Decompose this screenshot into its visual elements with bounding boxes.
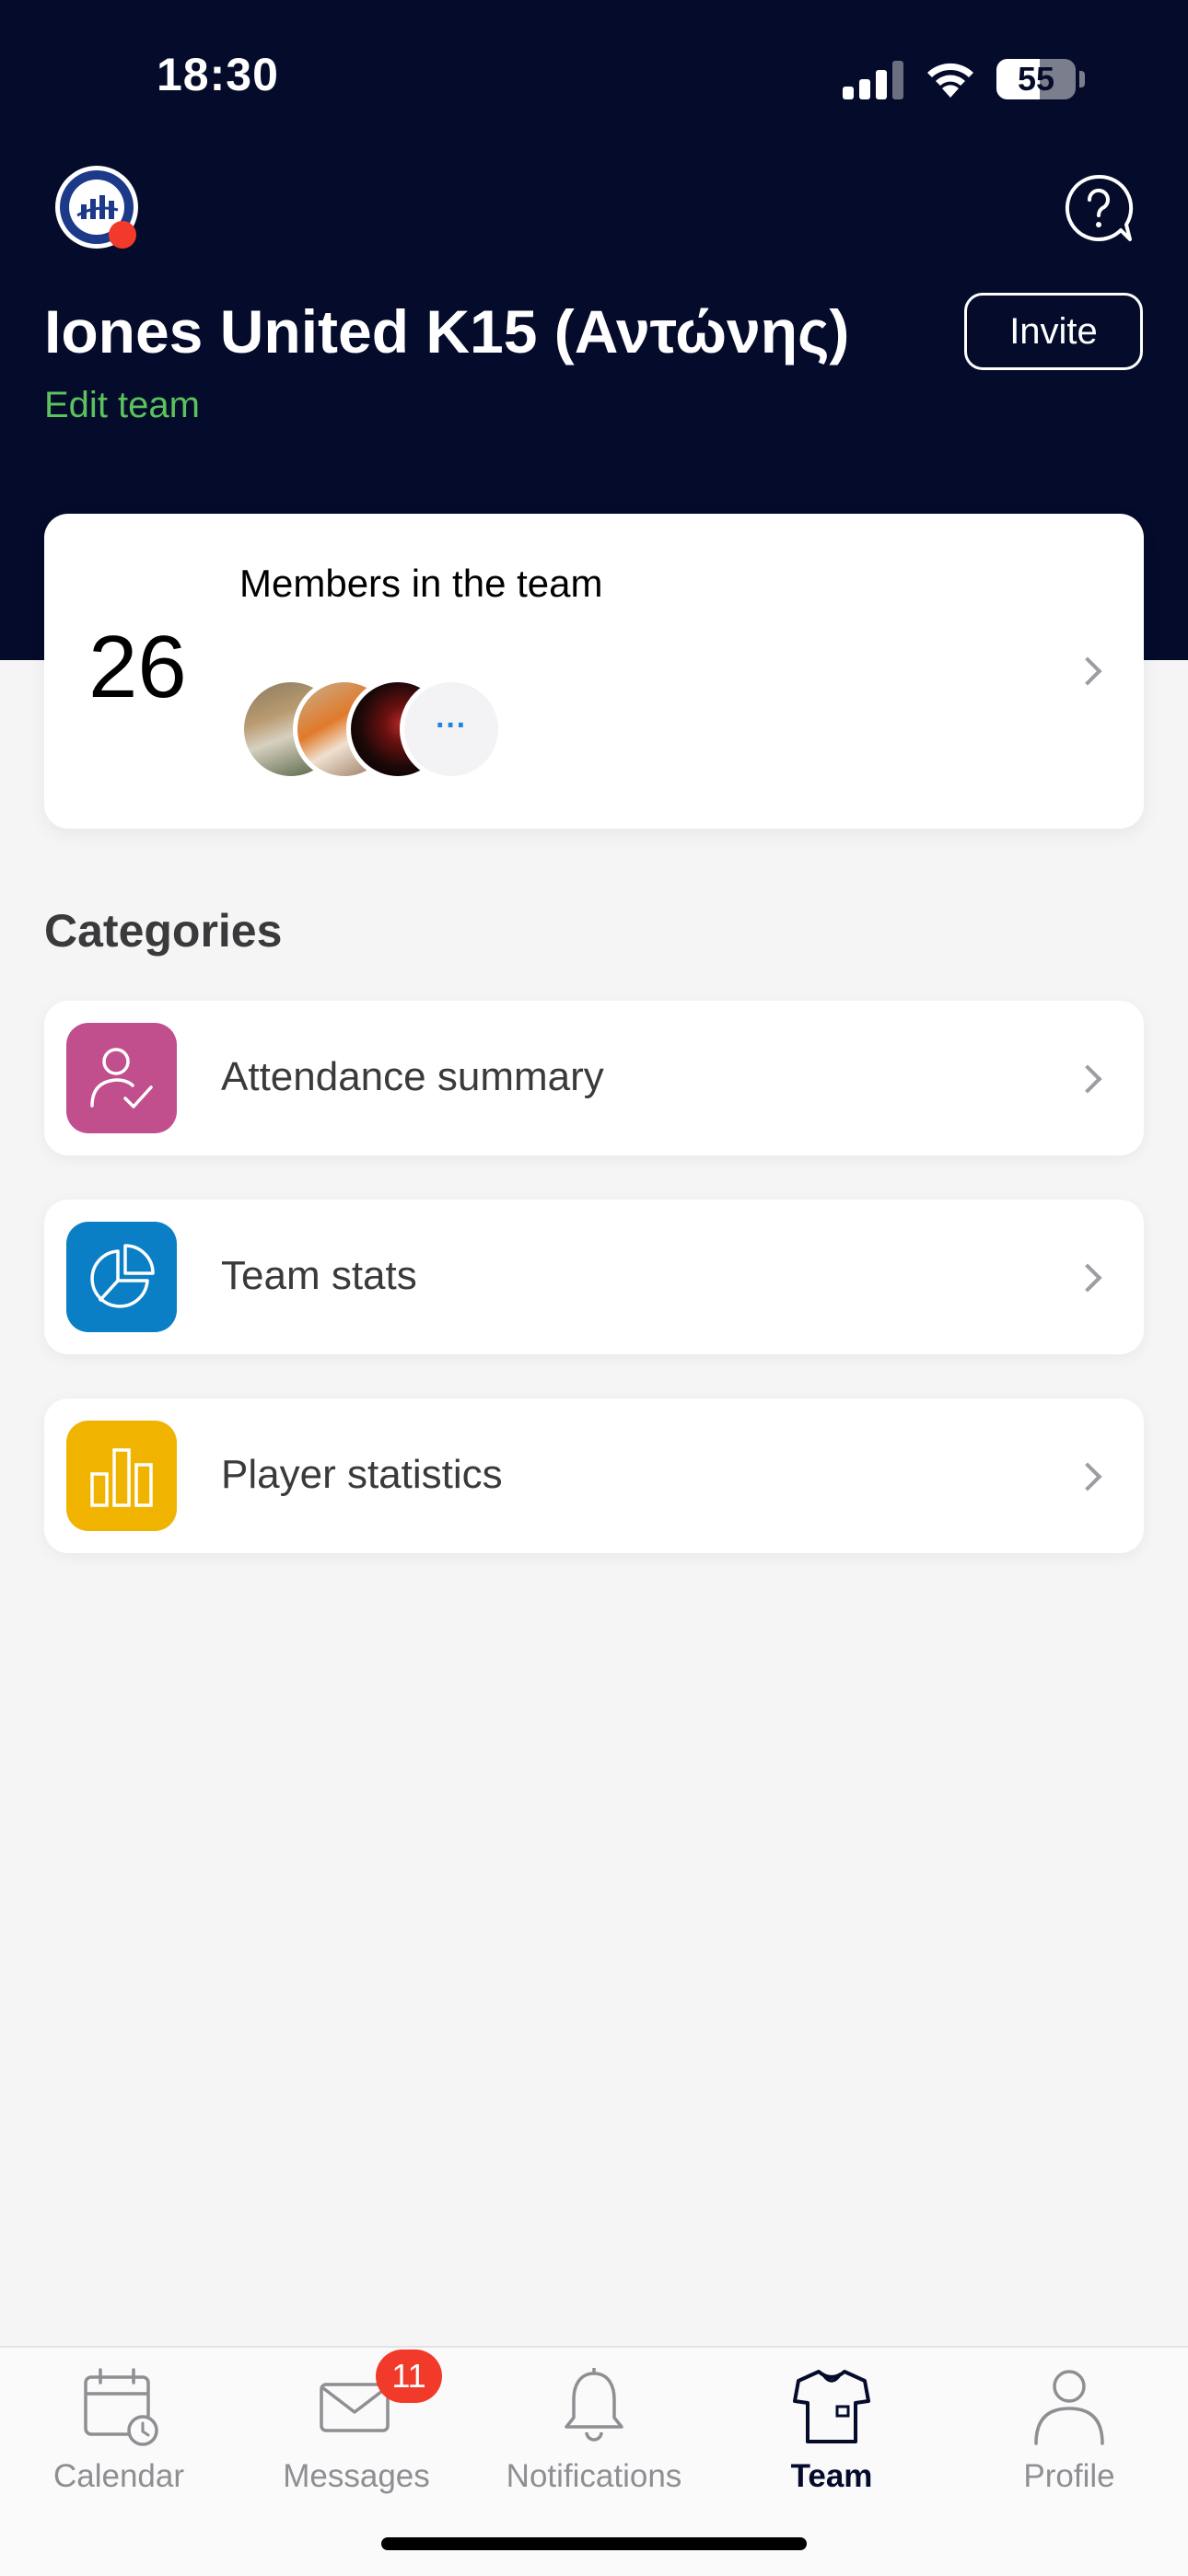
members-title: Members in the team [239, 562, 603, 605]
help-chat-icon[interactable] [1064, 173, 1134, 243]
category-team-stats[interactable]: Team stats [44, 1200, 1144, 1354]
categories-heading: Categories [44, 905, 283, 957]
more-members-indicator: ··· [400, 678, 503, 781]
tab-team[interactable]: Team [713, 2366, 950, 2504]
tab-calendar[interactable]: Calendar [0, 2366, 238, 2504]
tab-notifications[interactable]: Notifications [475, 2366, 713, 2504]
battery-tip [1079, 71, 1085, 87]
tab-label: Calendar [52, 2458, 185, 2494]
chevron-right-icon [1073, 1462, 1102, 1491]
notification-dot [109, 221, 136, 249]
battery-icon: 55 [996, 59, 1076, 99]
team-name: Iones United K15 (Αντώνης) [44, 297, 850, 366]
cellular-signal-icon [843, 61, 903, 99]
chevron-right-icon [1073, 656, 1102, 686]
pie-chart-icon [66, 1222, 177, 1332]
chevron-right-icon [1073, 1263, 1102, 1293]
invite-button[interactable]: Invite [964, 293, 1143, 370]
category-label: Player statistics [221, 1452, 503, 1497]
category-label: Attendance summary [221, 1054, 604, 1099]
tab-profile[interactable]: Profile [950, 2366, 1188, 2504]
tab-label: Messages [283, 2458, 430, 2494]
tab-label: Team [790, 2458, 873, 2494]
home-indicator[interactable] [381, 2537, 807, 2550]
edit-team-link[interactable]: Edit team [44, 385, 200, 426]
category-attendance-summary[interactable]: Attendance summary [44, 1001, 1144, 1155]
bell-icon [565, 2368, 623, 2442]
tab-label: Profile [1023, 2458, 1115, 2494]
status-time: 18:30 [157, 49, 279, 100]
person-icon [1034, 2370, 1104, 2445]
chevron-right-icon [1073, 1064, 1102, 1094]
wifi-icon [927, 63, 973, 98]
messages-badge: 11 [376, 2350, 442, 2403]
category-player-statistics[interactable]: Player statistics [44, 1398, 1144, 1553]
members-card[interactable]: 26 Members in the team ··· [44, 514, 1144, 829]
jersey-icon [793, 2370, 870, 2443]
tab-label: Notifications [506, 2458, 682, 2494]
calendar-icon [84, 2368, 158, 2446]
category-label: Team stats [221, 1253, 417, 1298]
user-check-icon [66, 1023, 177, 1133]
members-count: 26 [88, 618, 187, 716]
bar-chart-icon [66, 1421, 177, 1531]
battery-percent: 55 [1017, 60, 1055, 98]
